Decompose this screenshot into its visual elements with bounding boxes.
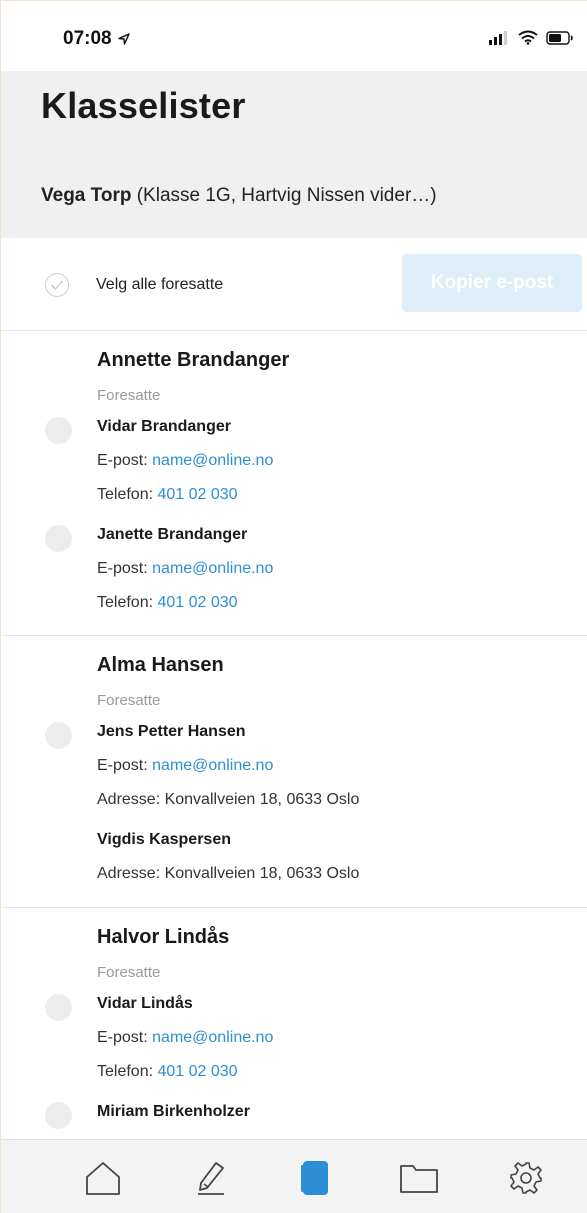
student-item: Alma Hansen Foresatte Jens Petter Hansen… bbox=[1, 636, 587, 908]
email-label: E-post: bbox=[97, 1029, 153, 1046]
page-title: Klasselister bbox=[41, 85, 246, 126]
email-label: E-post: bbox=[97, 757, 153, 774]
student-item: Annette Brandanger Foresatte Vidar Brand… bbox=[1, 331, 587, 636]
guardian-item: Miriam Birkenholzer bbox=[1, 1102, 587, 1136]
guardian-phone: Telefon: 401 02 030 bbox=[97, 593, 587, 627]
phone-label: Telefon: bbox=[97, 594, 158, 611]
phone-label: Telefon: bbox=[97, 1063, 158, 1080]
folder-icon bbox=[400, 1165, 438, 1193]
location-arrow-icon bbox=[117, 33, 130, 45]
copy-email-button[interactable]: Kopier e-post bbox=[402, 254, 582, 312]
home-icon bbox=[86, 1162, 120, 1195]
checkmark-icon bbox=[50, 280, 64, 291]
guardian-phone: Telefon: 401 02 030 bbox=[97, 485, 587, 519]
guardian-item: Vidar Brandanger E-post: name@online.no … bbox=[1, 417, 587, 519]
guardian-item: Vigdis Kaspersen Adresse: Konvallveien 1… bbox=[1, 830, 587, 898]
guardian-name: Vidar Lindås bbox=[97, 995, 193, 1012]
guardian-name: Vigdis Kaspersen bbox=[97, 831, 231, 848]
guardian-select-radio[interactable] bbox=[45, 525, 72, 552]
select-all-bar: Velg alle foresatte Kopier e-post bbox=[1, 238, 587, 331]
phone-link[interactable]: 401 02 030 bbox=[157, 1063, 237, 1080]
select-all-label[interactable]: Velg alle foresatte bbox=[96, 276, 223, 294]
student-list: Annette Brandanger Foresatte Vidar Brand… bbox=[1, 331, 587, 1136]
email-label: E-post: bbox=[97, 560, 153, 577]
guardian-item: Janette Brandanger E-post: name@online.n… bbox=[1, 525, 587, 627]
student-name: Annette Brandanger bbox=[97, 349, 290, 371]
status-time: 07:08 bbox=[63, 28, 131, 50]
student-name: Alma Hansen bbox=[97, 654, 224, 676]
app-screen: 07:08 Klasselister Vega Torp (Klasse 1G,… bbox=[0, 0, 587, 1213]
guardian-name: Miriam Birkenholzer bbox=[97, 1103, 250, 1120]
phone-label: Telefon: bbox=[97, 486, 158, 503]
system-icons bbox=[488, 30, 574, 45]
class-description: (Klasse 1G, Hartvig Nissen vider…) bbox=[131, 185, 437, 206]
tab-files[interactable] bbox=[399, 1158, 439, 1198]
guardian-select-radio[interactable] bbox=[45, 417, 72, 444]
student-name: Halvor Lindås bbox=[97, 926, 230, 948]
class-subtitle[interactable]: Vega Torp (Klasse 1G, Hartvig Nissen vid… bbox=[41, 185, 437, 207]
bottom-tab-bar bbox=[1, 1139, 587, 1213]
status-time-text: 07:08 bbox=[63, 28, 112, 49]
page-header: Klasselister Vega Torp (Klasse 1G, Hartv… bbox=[1, 71, 587, 238]
status-bar: 07:08 bbox=[1, 1, 587, 71]
tab-home[interactable] bbox=[83, 1158, 123, 1198]
guardian-address: Adresse: Konvallveien 18, 0633 Oslo bbox=[97, 865, 360, 882]
guardian-select-radio[interactable] bbox=[45, 994, 72, 1021]
guardian-item: Jens Petter Hansen E-post: name@online.n… bbox=[1, 722, 587, 824]
tab-class-lists[interactable] bbox=[295, 1158, 335, 1198]
guardian-email: E-post: name@online.no bbox=[97, 1028, 587, 1062]
guardians-label: Foresatte bbox=[97, 387, 161, 404]
battery-icon bbox=[546, 30, 573, 45]
student-item: Halvor Lindås Foresatte Vidar Lindås E-p… bbox=[1, 908, 587, 1136]
signal-icon bbox=[489, 30, 507, 45]
guardians-label: Foresatte bbox=[97, 692, 161, 709]
wifi-icon bbox=[518, 30, 538, 45]
guardian-name: Janette Brandanger bbox=[97, 526, 248, 543]
class-list-icon bbox=[301, 1161, 328, 1195]
guardian-name: Jens Petter Hansen bbox=[97, 723, 246, 740]
guardian-email: E-post: name@online.no bbox=[97, 559, 587, 593]
guardian-phone: Telefon: 401 02 030 bbox=[97, 1062, 587, 1096]
pencil-icon bbox=[198, 1162, 224, 1195]
guardian-select-radio[interactable] bbox=[45, 722, 72, 749]
guardian-email: E-post: name@online.no bbox=[97, 451, 587, 485]
select-all-checkbox[interactable] bbox=[45, 273, 69, 297]
guardian-name: Vidar Brandanger bbox=[97, 418, 231, 435]
selected-student-name: Vega Torp bbox=[41, 185, 132, 206]
tab-notes[interactable] bbox=[191, 1158, 231, 1198]
guardian-select-radio[interactable] bbox=[45, 1102, 72, 1129]
settings-icon bbox=[510, 1162, 542, 1194]
phone-link[interactable]: 401 02 030 bbox=[157, 594, 237, 611]
guardian-email: E-post: name@online.no bbox=[97, 756, 587, 790]
email-link[interactable]: name@online.no bbox=[152, 757, 273, 774]
tab-settings[interactable] bbox=[506, 1158, 546, 1198]
phone-link[interactable]: 401 02 030 bbox=[157, 486, 237, 503]
guardian-item: Vidar Lindås E-post: name@online.no Tele… bbox=[1, 994, 587, 1096]
guardian-address: Adresse: Konvallveien 18, 0633 Oslo bbox=[97, 791, 360, 808]
email-link[interactable]: name@online.no bbox=[152, 452, 273, 469]
email-link[interactable]: name@online.no bbox=[152, 1029, 273, 1046]
guardians-label: Foresatte bbox=[97, 964, 161, 981]
email-link[interactable]: name@online.no bbox=[152, 560, 273, 577]
email-label: E-post: bbox=[97, 452, 153, 469]
